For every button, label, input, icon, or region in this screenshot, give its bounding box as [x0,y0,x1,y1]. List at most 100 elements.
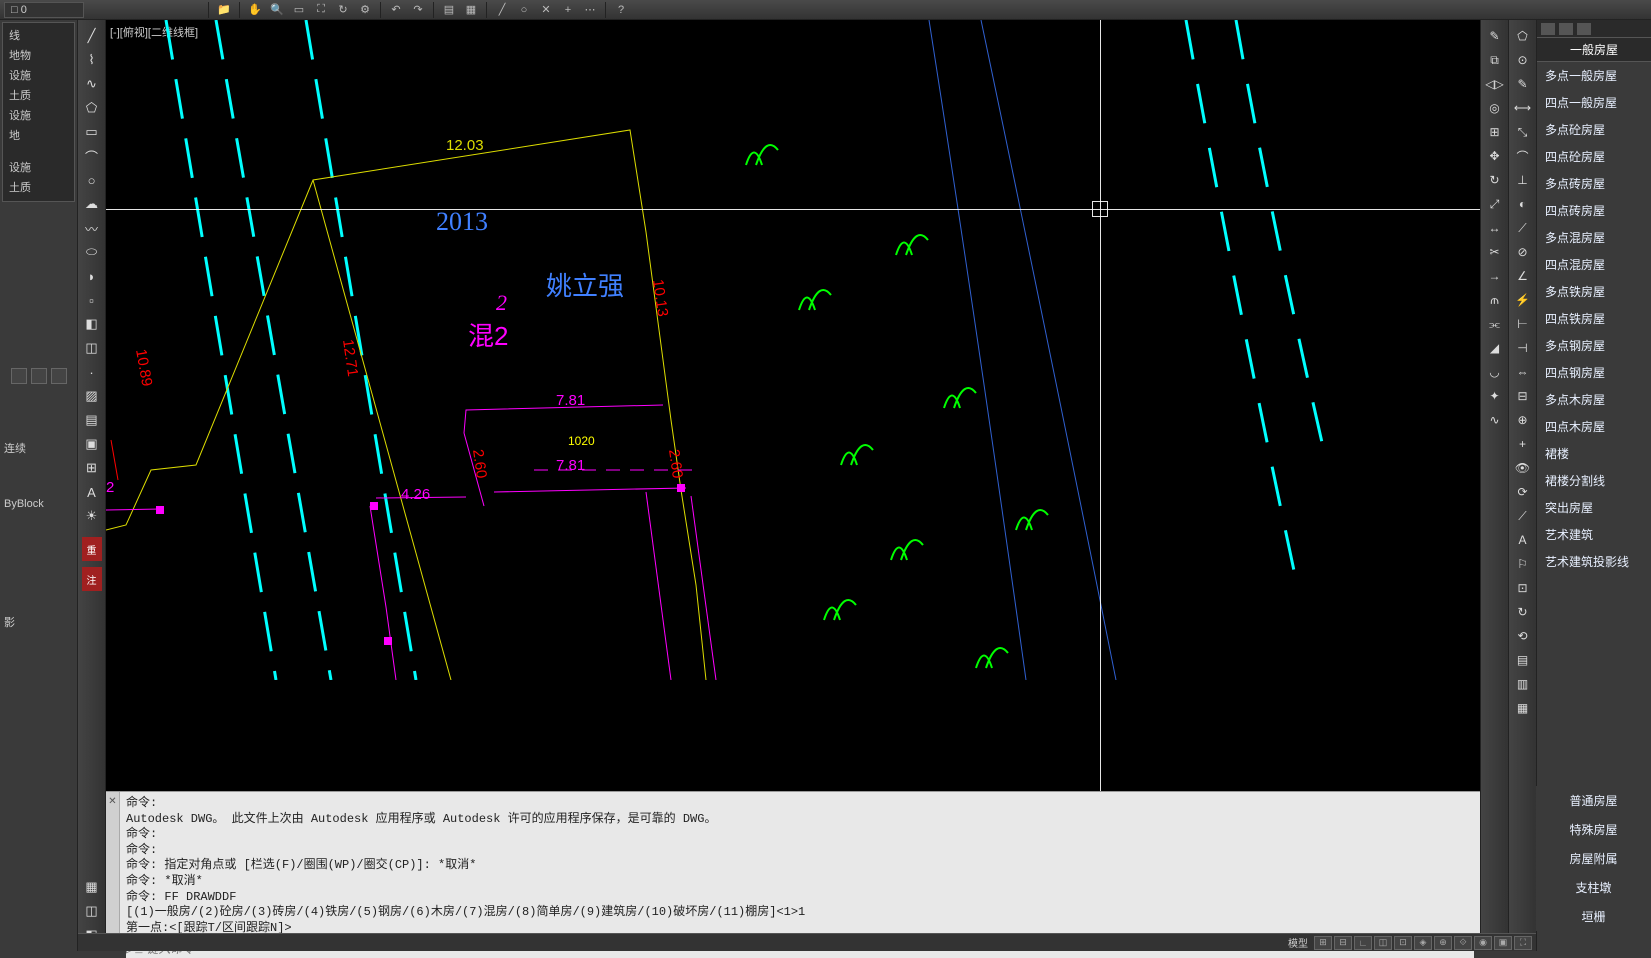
menu-item[interactable]: 多点一般房屋 [1537,62,1651,89]
menu-item[interactable]: 四点一般房屋 [1537,89,1651,116]
status-btn[interactable]: ◈ [1414,936,1432,950]
grid-icon[interactable]: ▦ [461,2,481,18]
status-btn[interactable]: ⛶ [1514,936,1532,950]
category-item[interactable]: 普通房屋 [1536,786,1651,815]
category-item[interactable]: 房屋附属 [1536,844,1651,873]
menu-item[interactable]: 艺术建筑 [1537,521,1651,548]
list-item[interactable]: 地 [5,125,72,145]
redo-icon[interactable]: ↷ [408,2,428,18]
canvas[interactable]: [-][俯视][二维线框] 10.89 12.03 [106,20,1480,791]
arc-dim-icon[interactable]: ⌒ [1512,145,1534,167]
menu-item[interactable]: 四点铁房屋 [1537,305,1651,332]
menu-item[interactable]: 四点砼房屋 [1537,143,1651,170]
jog-lin-icon[interactable]: ⟳ [1512,481,1534,503]
annotation-heavy-btn[interactable]: 重 [82,537,102,561]
scale-icon[interactable]: ⤢ [1484,193,1506,215]
status-btn[interactable]: ⟐ [1454,936,1472,950]
oblique-icon[interactable]: ⟋ [1512,505,1534,527]
offset-icon[interactable]: ◎ [1484,97,1506,119]
menu-item[interactable]: 多点木房屋 [1537,386,1651,413]
menu-item[interactable]: 多点铁房屋 [1537,278,1651,305]
copy-icon[interactable]: ⧉ [1484,49,1506,71]
menu-item[interactable]: 多点砼房屋 [1537,116,1651,143]
block-tool-icon[interactable]: ▫ [81,289,103,311]
extend-icon[interactable]: → [1484,265,1506,287]
edit-icon[interactable]: ✎ [1512,73,1534,95]
rectangle-tool-icon[interactable]: ▭ [81,121,103,143]
line-icon[interactable]: ╱ [492,2,512,18]
gradient-tool-icon[interactable]: ▤ [81,409,103,431]
dia-dim-icon[interactable]: ⊘ [1512,241,1534,263]
status-btn[interactable]: ▣ [1494,936,1512,950]
base-dim-icon[interactable]: ⊢ [1512,313,1534,335]
menu-item[interactable]: 多点钢房屋 [1537,332,1651,359]
ord-dim-icon[interactable]: ⊥ [1512,169,1534,191]
table-tool-icon[interactable]: ⊞ [81,457,103,479]
menu-item[interactable]: 艺术建筑投影线 [1537,548,1651,575]
list-item[interactable]: 设施 [5,105,72,125]
model-label[interactable]: 模型 [1288,935,1308,950]
rotate-icon[interactable]: ↻ [1484,169,1506,191]
list-item[interactable]: 土质 [5,85,72,105]
list-item[interactable]: 地物 [5,45,72,65]
menu-item[interactable]: 四点钢房屋 [1537,359,1651,386]
tab-icon[interactable] [1559,23,1573,35]
mini-btn[interactable] [11,368,27,384]
menu-item[interactable]: 裙楼分割线 [1537,467,1651,494]
circle-tool-icon[interactable]: ○ [81,169,103,191]
light-tool-icon[interactable]: ☀ [81,505,103,527]
mini-btn[interactable] [51,368,67,384]
category-item[interactable]: 特殊房屋 [1536,815,1651,844]
help-icon[interactable]: ? [611,2,631,18]
extent-icon[interactable]: ⛶ [311,2,331,18]
cross-icon[interactable]: ✕ [536,2,556,18]
region-tool-icon[interactable]: ▣ [81,433,103,455]
text-tool-icon[interactable]: A [81,481,103,503]
menu-item[interactable]: 四点木房屋 [1537,413,1651,440]
zoom-icon[interactable]: 🔍 [267,2,287,18]
status-btn[interactable]: ⊡ [1394,936,1412,950]
stretch-icon[interactable]: ↔ [1484,217,1506,239]
array-icon[interactable]: ⊞ [1484,121,1506,143]
tab-icon[interactable] [1577,23,1591,35]
tool-icon[interactable]: ⚙ [355,2,375,18]
pan-icon[interactable]: ✋ [245,2,265,18]
annotation-note-btn[interactable]: 注 [82,567,102,591]
point-tool-icon[interactable]: · [81,361,103,383]
spline2-tool-icon[interactable]: 〰 [81,217,103,239]
prop2-tool-icon[interactable]: ◫ [81,900,103,922]
status-btn[interactable]: ◉ [1474,936,1492,950]
layer3-icon[interactable]: ▦ [1512,697,1534,719]
prop-tool-icon[interactable]: ▦ [81,876,103,898]
menu-item[interactable]: 裙楼 [1537,440,1651,467]
menu-item[interactable]: 突出房屋 [1537,494,1651,521]
more-icon[interactable]: ⋯ [580,2,600,18]
menu-item[interactable]: 四点混房屋 [1537,251,1651,278]
override-icon[interactable]: ⊡ [1512,577,1534,599]
join-icon[interactable]: ⫘ [1484,313,1506,335]
rotate-icon[interactable]: ↻ [333,2,353,18]
list-item[interactable]: 设施 [5,65,72,85]
layer-icon[interactable]: ▤ [1512,649,1534,671]
menu-item[interactable]: 多点砖房屋 [1537,170,1651,197]
space-dim-icon[interactable]: ⇔ [1512,361,1534,383]
window-icon[interactable]: ▭ [289,2,309,18]
align-dim-icon[interactable]: ⤡ [1512,121,1534,143]
category-item[interactable]: 垣栅 [1536,902,1651,931]
open-icon[interactable]: 📁 [214,2,234,18]
break-icon[interactable]: ⫙ [1484,289,1506,311]
status-btn[interactable]: ⊞ [1314,936,1332,950]
undo-icon[interactable]: ↶ [386,2,406,18]
mirror-icon[interactable]: ◁▷ [1484,73,1506,95]
text-align-icon[interactable]: A [1512,529,1534,551]
update-icon[interactable]: ↻ [1512,601,1534,623]
layer2-icon[interactable]: ▥ [1512,673,1534,695]
arc-tool-icon[interactable]: ⌒ [81,145,103,167]
list-item[interactable]: 线 [5,25,72,45]
cloud-tool-icon[interactable]: ☁ [81,193,103,215]
inspect-icon[interactable]: 👁 [1512,457,1534,479]
category-item[interactable]: 支柱墩 [1536,873,1651,902]
jog-dim-icon[interactable]: ⟋ [1512,217,1534,239]
status-btn[interactable]: ⊟ [1334,936,1352,950]
chamfer-icon[interactable]: ◢ [1484,337,1506,359]
